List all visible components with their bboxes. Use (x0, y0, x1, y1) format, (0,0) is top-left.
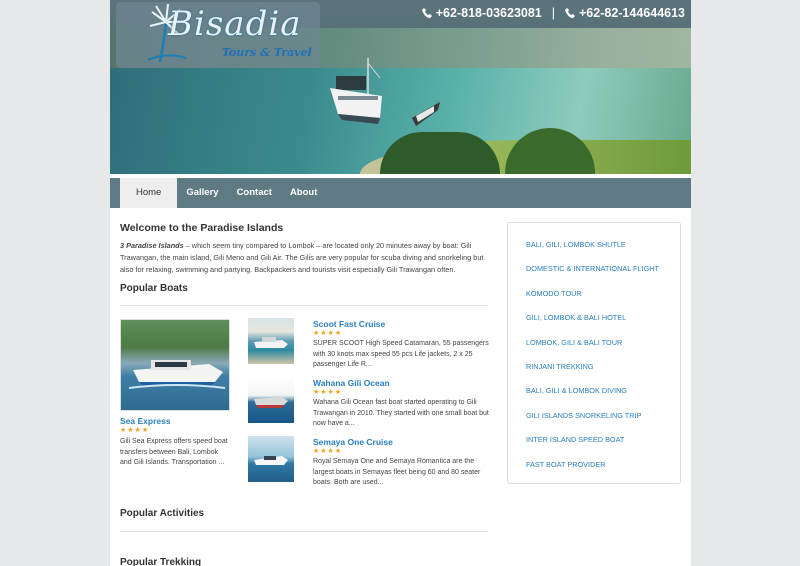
rating-stars: ★★★★ (313, 389, 343, 396)
boat-list: Scoot Fast Cruise ★★★★ SUPER SCOOT High … (248, 318, 490, 495)
phone-separator: | (551, 6, 555, 20)
list-item[interactable]: Semaya One Cruise ★★★★ Royal Semaya One … (248, 436, 490, 495)
boat-image (254, 456, 288, 465)
main-nav: Home Gallery Contact About (110, 178, 691, 208)
rating-stars: ★★★★ (313, 448, 343, 455)
phone-1-text: +62-818-03623081 (435, 6, 542, 20)
rating-stars: ★★★★ (313, 330, 343, 337)
featured-boat-title[interactable]: Sea Express (120, 416, 230, 426)
sidebar-link-diving[interactable]: BALI, GILI & LOMBOK DIVING (526, 384, 680, 408)
boat-description: Royal Semaya One and Semaya Romantica ar… (313, 458, 481, 487)
nav-about[interactable]: About (281, 178, 326, 208)
boat-title[interactable]: Wahana Gili Ocean (313, 378, 490, 388)
featured-boat-description: Gili Sea Express offers speed boat trans… (120, 438, 228, 467)
sidebar-link-snorkeling[interactable]: GILI ISLANDS SNORKELING TRIP (526, 409, 680, 433)
sidebar-link-tour[interactable]: LOMBOK, GILI & BALI TOUR (526, 336, 680, 360)
boat-title[interactable]: Semaya One Cruise (313, 437, 490, 447)
list-item[interactable]: Wahana Gili Ocean ★★★★ Wahana Gili Ocean… (248, 377, 490, 436)
phone-1[interactable]: +62-818-03623081 (421, 6, 542, 20)
boat-thumbnail[interactable] (248, 318, 294, 364)
nav-home[interactable]: Home (120, 178, 178, 208)
featured-boat-image[interactable] (120, 319, 230, 411)
welcome-section: Welcome to the Paradise Islands 3 Paradi… (120, 222, 490, 277)
boat-title[interactable]: Scoot Fast Cruise (313, 319, 490, 329)
boat-thumbnail[interactable] (248, 377, 294, 423)
boat-image (254, 397, 288, 408)
welcome-title: Welcome to the Paradise Islands (120, 222, 284, 234)
boat-thumbnail[interactable] (248, 436, 294, 482)
boat-description: Wahana Gili Ocean fast boat started oper… (313, 399, 489, 428)
sidebar-link-hotel[interactable]: GILI, LOMBOK & BALI HOTEL (526, 311, 680, 335)
logo-subtitle: Tours & Travel (222, 46, 312, 59)
sidebar-link-flight[interactable]: DOMESTIC & INTERNATIONAL FLIGHT (526, 262, 680, 286)
list-item-body: Wahana Gili Ocean ★★★★ Wahana Gili Ocean… (313, 378, 490, 430)
divider (120, 305, 488, 306)
sidebar-link-shuttle[interactable]: BALI, GILI, LOMBOK SHUTLE (526, 238, 680, 262)
phone-icon (565, 8, 575, 18)
sidebar-link-speed-boat[interactable]: INTER ISLAND SPEED BOAT (526, 433, 680, 457)
phone-numbers: +62-818-03623081 | +62-82-144644613 (421, 6, 685, 20)
boat-image (412, 102, 440, 126)
list-item-body: Scoot Fast Cruise ★★★★ SUPER SCOOT High … (313, 319, 490, 371)
featured-boat-card[interactable]: Sea Express ★★★★ Gili Sea Express offers… (120, 319, 230, 469)
list-item-body: Semaya One Cruise ★★★★ Royal Semaya One … (313, 437, 490, 489)
sidebar-link-fast-boat[interactable]: FAST BOAT PROVIDER (526, 458, 680, 482)
rating-stars: ★★★★ (120, 427, 150, 434)
phone-icon (421, 8, 432, 18)
page: +62-818-03623081 | +62-82-144644613 Bisa… (110, 0, 691, 566)
boat-image (254, 337, 288, 348)
welcome-text: 3 Paradise Islands – which seem tiny com… (120, 240, 490, 277)
list-item[interactable]: Scoot Fast Cruise ★★★★ SUPER SCOOT High … (248, 318, 490, 377)
sidebar-link-komodo[interactable]: KOMODO TOUR (526, 287, 680, 311)
popular-trekking-title: Popular Trekking (120, 557, 202, 566)
popular-boats-title: Popular Boats (120, 283, 188, 294)
speedboat-image (129, 360, 225, 389)
popular-activities-title: Popular Activities (120, 508, 205, 519)
boat-description: SUPER SCOOT High Speed Catamaran, 55 pas… (313, 340, 489, 369)
phone-2[interactable]: +62-82-144644613 (565, 6, 685, 20)
welcome-lead: 3 Paradise Islands (120, 241, 184, 250)
hero-banner: +62-818-03623081 | +62-82-144644613 Bisa… (110, 0, 691, 174)
phone-2-text: +62-82-144644613 (579, 6, 685, 20)
logo-text: Bisadia (168, 4, 302, 44)
sidebar-link-trekking[interactable]: RINJANI TREKKING (526, 360, 680, 384)
divider (120, 531, 488, 532)
sidebar-links: BALI, GILI, LOMBOK SHUTLE DOMESTIC & INT… (507, 222, 681, 484)
nav-gallery[interactable]: Gallery (177, 178, 227, 208)
site-logo[interactable]: Bisadia Tours & Travel (116, 2, 320, 68)
nav-contact[interactable]: Contact (228, 178, 281, 208)
boat-image (330, 58, 382, 124)
